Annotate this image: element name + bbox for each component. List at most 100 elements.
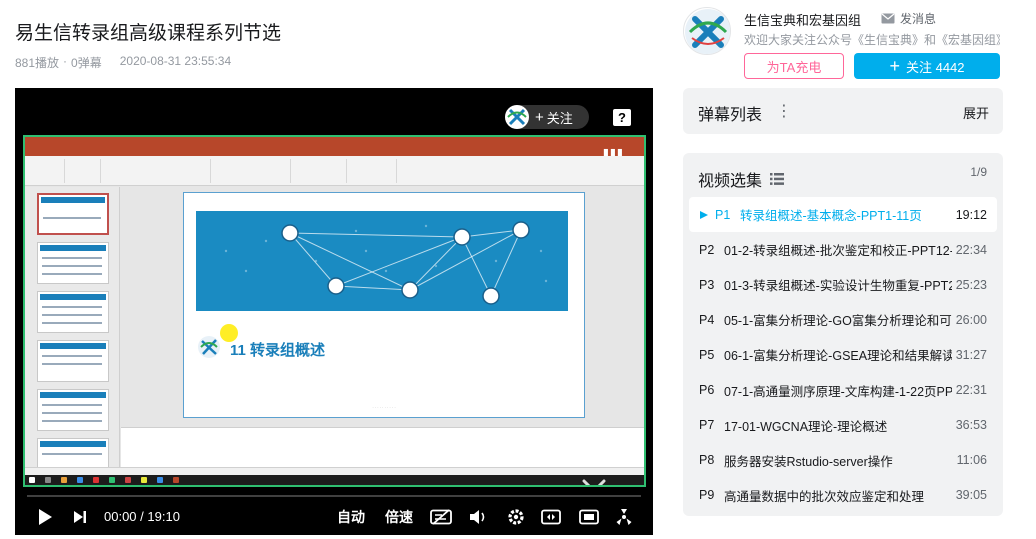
mail-icon: [881, 13, 895, 24]
fullscreen-button[interactable]: [613, 503, 635, 531]
publish-date: 2020-08-31 23:55:34: [119, 54, 232, 68]
video-player[interactable]: ▮▮▮ 11 转录组概述 · · · · · · · · · · + 关注 ? …: [15, 88, 653, 535]
send-message-label: 发消息: [900, 12, 937, 26]
send-message-button[interactable]: 发消息: [881, 10, 936, 27]
cursor-highlight: [220, 324, 238, 342]
episode-number: P3: [699, 277, 715, 292]
video-title: 易生信转录组高级课程系列节选: [15, 23, 282, 44]
meta-separator: ·: [63, 54, 68, 68]
slide-thumbnails: [25, 187, 120, 480]
quality-button[interactable]: 自动: [335, 503, 367, 531]
network-banner: [196, 211, 568, 311]
time-separator: /: [140, 509, 144, 524]
current-slide: 11 转录组概述 · · · · · · · · · ·: [183, 192, 585, 418]
ppt-title-bar: [25, 137, 644, 146]
slide-thumbnail: [37, 340, 109, 382]
volume-button[interactable]: [467, 503, 489, 531]
help-icon[interactable]: ?: [613, 109, 631, 126]
collection-title: 视频选集: [698, 173, 763, 190]
follow-button[interactable]: + 关注 4442: [854, 53, 1000, 79]
episode-item[interactable]: P2 01-2-转录组概述-批次鉴定和校正-PPT12-26页22:34: [683, 232, 1003, 267]
slide-logo-icon: [198, 336, 220, 358]
episode-duration: 39:05: [955, 488, 987, 503]
episode-item[interactable]: P5 06-1-富集分析理论-GSEA理论和结果解读-1- 31:27: [683, 337, 1003, 372]
danmaku-off-icon: [430, 509, 452, 525]
episode-duration: 31:27: [955, 347, 987, 362]
settings-button[interactable]: [505, 503, 527, 531]
episode-number: P8: [699, 453, 715, 468]
episode-item[interactable]: P1 转录组概述-基本概念-PPT1-11页 19:12: [689, 197, 997, 233]
widescreen-button[interactable]: [577, 503, 601, 531]
slide-thumbnail: [37, 389, 109, 431]
network-graphic: [224, 221, 548, 305]
episode-duration: 26:00: [955, 312, 987, 327]
episode-item[interactable]: P8 服务器安装Rstudio-server操作 11:06: [683, 443, 1003, 478]
plus-icon: +: [535, 108, 544, 126]
player-follow-label: 关注: [546, 110, 573, 126]
episode-number: P5: [699, 347, 715, 362]
uploader-avatar[interactable]: [683, 7, 731, 55]
episode-item[interactable]: P6 07-1-高通量测序原理-文库构建-1-22页PPT 22:31: [683, 372, 1003, 407]
episode-title: 06-1-富集分析理论-GSEA理论和结果解读-1-: [724, 349, 952, 364]
episode-duration: 22:31: [955, 383, 987, 398]
more-options-icon[interactable]: ⋮: [776, 101, 792, 121]
play-button[interactable]: [35, 503, 55, 531]
next-button[interactable]: [71, 503, 89, 531]
fullscreen-icon: [616, 509, 632, 525]
episode-title: 01-2-转录组概述-批次鉴定和校正-PPT12-26页: [724, 244, 952, 259]
episode-duration: 11:06: [956, 453, 987, 468]
episode-duration: 25:23: [955, 277, 987, 292]
gear-icon: [508, 509, 524, 525]
episode-title: 转录组概述-基本概念-PPT1-11页: [740, 209, 922, 224]
list-icon: [770, 173, 785, 185]
episode-duration: 19:12: [955, 207, 987, 222]
episode-item[interactable]: P3 01-3-转录组概述-实验设计生物重复-PPT27-39页25:23: [683, 267, 1003, 302]
total-time: 19:10: [147, 509, 180, 524]
episode-number: P6: [699, 383, 715, 398]
episode-item[interactable]: P9 高通量数据中的批次效应鉴定和处理 39:05: [683, 478, 1003, 513]
episode-number: P4: [699, 312, 715, 327]
episode-title: 05-1-富集分析理论-GO富集分析理论和可视化: [724, 314, 952, 329]
charge-button[interactable]: 为TA充电: [744, 53, 844, 79]
episode-collection: 视频选集 1/9 P1 转录组概述-基本概念-PPT1-11页 19:12 P2 01-…: [683, 153, 1003, 516]
episode-number: P2: [699, 242, 715, 257]
expand-button[interactable]: 展开: [963, 103, 989, 122]
episode-item[interactable]: P4 05-1-富集分析理论-GO富集分析理论和可视化 26:00: [683, 302, 1003, 337]
slide-thumbnail: [37, 291, 109, 333]
uploader-mini-avatar: [505, 105, 529, 129]
current-time: 00:00: [104, 509, 137, 524]
ppt-ribbon: [25, 156, 644, 186]
play-icon: [39, 509, 52, 525]
progress-bar[interactable]: [27, 495, 641, 497]
view-count: 881播放: [15, 56, 60, 70]
episode-item[interactable]: P7 17-01-WGCNA理论-理论概述 36:53: [683, 408, 1003, 443]
slide-notes-pane: [121, 427, 644, 467]
bilibili-tv-icon: [568, 479, 620, 485]
video-frame[interactable]: ▮▮▮ 11 转录组概述 · · · · · · · · · ·: [23, 135, 646, 487]
episode-number: P1: [715, 207, 731, 222]
player-controls: 00:00 / 19:10 自动 倍速: [15, 503, 653, 531]
danmaku-toggle[interactable]: [429, 503, 453, 531]
uploader-name[interactable]: 生信宝典和宏基因组: [744, 10, 861, 29]
ppt-ribbon-tabs: [25, 146, 644, 156]
uploader-logo-icon: [685, 9, 730, 54]
next-icon: [74, 511, 86, 523]
slide-footer: · · · · · · · · · ·: [372, 405, 396, 410]
video-meta: 881播放 · 0弹幕 2020-08-31 23:55:34: [15, 54, 231, 71]
episode-number: P7: [699, 418, 715, 433]
uploader-description: 欢迎大家关注公众号《生信宝典》和《宏基因组》: [744, 33, 1000, 47]
episode-list: P1 转录组概述-基本概念-PPT1-11页 19:12 P2 01-2-转录组概述-批…: [683, 197, 1003, 513]
slide-thumbnail: [37, 193, 109, 235]
pip-button[interactable]: [539, 503, 563, 531]
episode-title: 01-3-转录组概述-实验设计生物重复-PPT27-39页: [724, 279, 952, 294]
episode-title: 07-1-高通量测序原理-文库构建-1-22页PPT: [724, 384, 952, 399]
windows-taskbar: [25, 475, 644, 485]
player-follow-button[interactable]: + 关注: [505, 105, 589, 129]
ppt-status-bar: [25, 467, 644, 475]
collection-header: 视频选集: [698, 167, 785, 191]
now-playing-icon: [700, 210, 708, 219]
picture-in-picture-icon: [541, 509, 561, 525]
speed-button[interactable]: 倍速: [383, 503, 415, 531]
danmaku-list-panel[interactable]: 弹幕列表 ⋮ 展开: [683, 88, 1003, 134]
episode-number: P9: [699, 488, 715, 503]
